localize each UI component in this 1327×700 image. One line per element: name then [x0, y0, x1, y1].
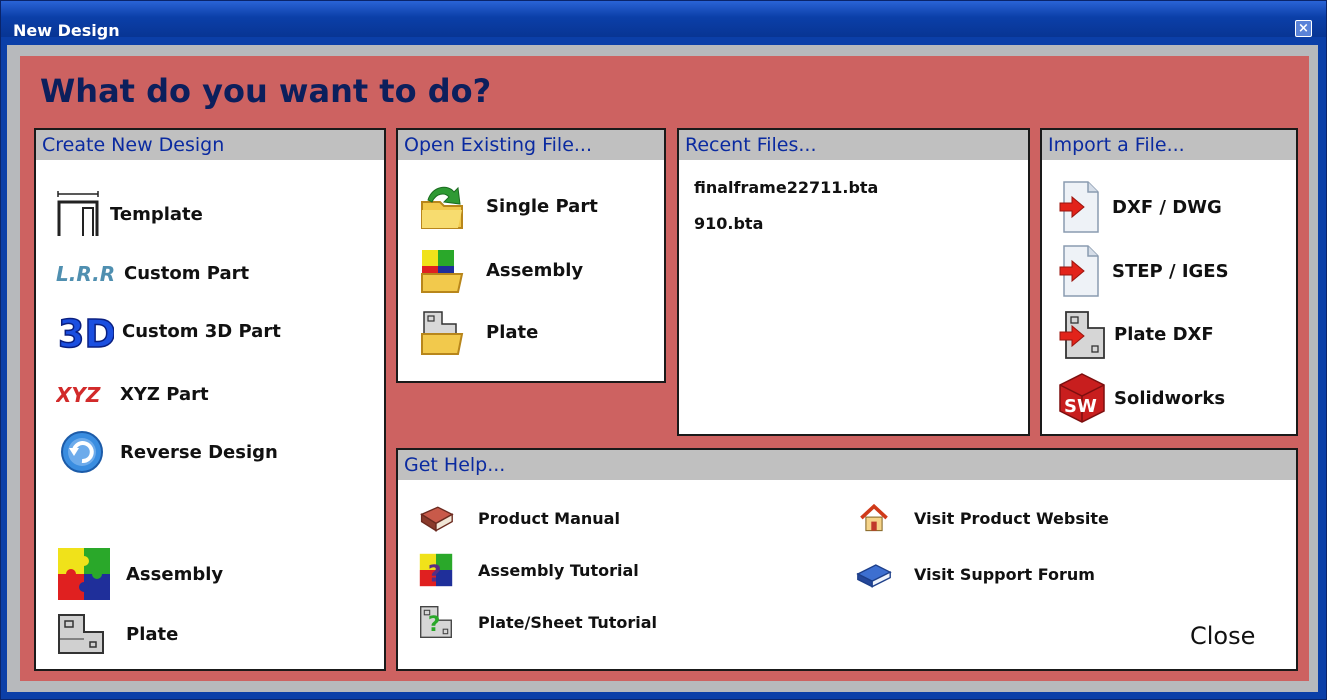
- visit-product-website-label: Visit Product Website: [914, 508, 1109, 528]
- recent-file-item[interactable]: finalframe22711.bta: [694, 178, 878, 197]
- lra-icon: L.R.R: [56, 262, 115, 286]
- recent-file-item[interactable]: 910.bta: [694, 214, 763, 233]
- import-plate-dxf-label: Plate DXF: [1114, 323, 1214, 345]
- import-doc-icon: [1059, 181, 1099, 233]
- 3d-glyph: 3D: [58, 312, 114, 353]
- 3d-icon: 3D: [58, 311, 114, 353]
- title-bar[interactable]: New Design ×: [1, 1, 1326, 40]
- plate-button[interactable]: Plate: [56, 612, 178, 656]
- plate-sheet-tutorial-link[interactable]: ? Plate/Sheet Tutorial: [418, 604, 657, 640]
- window-close-button[interactable]: ×: [1295, 20, 1312, 37]
- import-panel-header: Import a File...: [1042, 130, 1296, 160]
- import-doc-icon: [1059, 245, 1099, 297]
- plate-icon: [58, 614, 104, 654]
- open-single-part-label: Single Part: [486, 195, 598, 217]
- open-plate-button[interactable]: Plate: [418, 308, 538, 356]
- puzzle-question-icon: ?: [419, 553, 453, 588]
- assembly-tutorial-link[interactable]: ? Assembly Tutorial: [418, 552, 639, 588]
- import-plate-dxf-button[interactable]: Plate DXF: [1058, 308, 1214, 360]
- visit-product-website-link[interactable]: Visit Product Website: [856, 500, 1109, 536]
- solidworks-glyph: SW: [1064, 396, 1097, 417]
- xyz-glyph: XYZ: [56, 383, 101, 407]
- assembly-label: Assembly: [126, 563, 224, 585]
- import-solidworks-button[interactable]: SW Solidworks: [1058, 372, 1225, 424]
- custom-part-label: Custom Part: [124, 262, 250, 284]
- import-solidworks-label: Solidworks: [1114, 387, 1226, 409]
- window-title: New Design: [13, 21, 120, 40]
- home-icon: [860, 503, 888, 532]
- custom-3d-part-label: Custom 3D Part: [122, 320, 281, 342]
- recent-panel-header: Recent Files...: [679, 130, 1028, 160]
- visit-support-forum-link[interactable]: Visit Support Forum: [856, 556, 1095, 592]
- reverse-icon: [61, 431, 103, 473]
- template-label: Template: [110, 203, 203, 225]
- template-icon: [57, 191, 99, 236]
- custom-part-button[interactable]: L.R.R Custom Part: [56, 255, 249, 291]
- folder-puzzle-icon: [421, 250, 464, 293]
- book-icon: [420, 506, 454, 532]
- import-dxf-dwg-label: DXF / DWG: [1112, 196, 1222, 218]
- forum-book-icon: [856, 564, 892, 588]
- question-glyph: ?: [428, 612, 441, 637]
- plate-sheet-tutorial-label: Plate/Sheet Tutorial: [478, 612, 658, 632]
- open-assembly-button[interactable]: Assembly: [418, 246, 583, 294]
- recent-files-panel: Recent Files...: [677, 128, 1030, 436]
- open-plate-label: Plate: [486, 321, 539, 343]
- visit-support-forum-label: Visit Support Forum: [914, 564, 1095, 584]
- import-step-iges-label: STEP / IGES: [1112, 260, 1229, 282]
- folder-arrow-icon: [421, 186, 463, 229]
- xyz-part-button[interactable]: XYZ XYZ Part: [56, 376, 209, 412]
- create-panel-header: Create New Design: [36, 130, 384, 160]
- puzzle-icon: [58, 548, 110, 600]
- reverse-design-label: Reverse Design: [120, 441, 278, 463]
- help-panel-header: Get Help...: [398, 450, 1296, 480]
- assembly-button[interactable]: Assembly: [56, 546, 223, 602]
- custom-3d-part-button[interactable]: 3D Custom 3D Part: [58, 309, 281, 353]
- import-dxf-dwg-button[interactable]: DXF / DWG: [1058, 180, 1222, 234]
- close-button[interactable]: Close: [1190, 622, 1255, 650]
- product-manual-label: Product Manual: [478, 508, 620, 528]
- open-single-part-button[interactable]: Single Part: [418, 180, 598, 232]
- template-button[interactable]: Template: [56, 190, 203, 238]
- plate-label: Plate: [126, 623, 179, 645]
- assembly-tutorial-label: Assembly Tutorial: [478, 560, 639, 580]
- import-step-iges-button[interactable]: STEP / IGES: [1058, 244, 1229, 298]
- open-panel-header: Open Existing File...: [398, 130, 664, 160]
- plate-question-icon: ?: [420, 606, 452, 638]
- reverse-design-button[interactable]: Reverse Design: [60, 428, 278, 476]
- product-manual-link[interactable]: Product Manual: [418, 500, 620, 536]
- lra-glyph: L.R.R: [56, 262, 115, 286]
- open-assembly-label: Assembly: [486, 259, 584, 281]
- question-glyph: ?: [428, 560, 442, 588]
- page-title: What do you want to do?: [40, 72, 492, 110]
- folder-plate-icon: [421, 311, 464, 355]
- xyz-icon: XYZ: [56, 383, 101, 407]
- solidworks-icon: SW: [1059, 373, 1105, 423]
- xyz-part-label: XYZ Part: [120, 383, 209, 405]
- import-plate-icon: [1059, 311, 1105, 359]
